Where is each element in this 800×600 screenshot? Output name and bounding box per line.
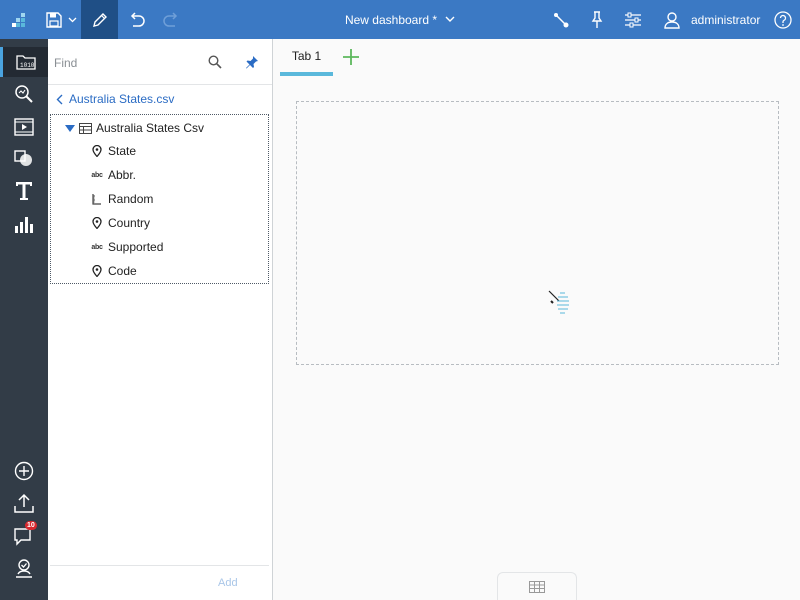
- app-grid-icon[interactable]: [0, 0, 38, 39]
- title-chevron-down-icon: [445, 16, 455, 22]
- search-icon[interactable]: [208, 55, 222, 72]
- pin-icon[interactable]: [586, 0, 608, 39]
- notification-badge: 10: [25, 521, 37, 530]
- shapes-icon[interactable]: [0, 144, 48, 174]
- help-icon[interactable]: [771, 0, 795, 39]
- pencil-edit-icon[interactable]: [81, 0, 118, 39]
- comments-icon[interactable]: 10: [0, 521, 48, 551]
- abc-text-icon: abc: [91, 171, 103, 179]
- column-item[interactable]: abc Abbr.: [91, 167, 136, 183]
- column-item[interactable]: Random: [91, 191, 153, 207]
- visualizations-icon[interactable]: [0, 209, 48, 239]
- column-label: Abbr.: [108, 168, 137, 182]
- expand-triangle-icon: [65, 124, 75, 132]
- save-menu-chevron-down-icon[interactable]: [66, 0, 78, 39]
- undo-icon[interactable]: [124, 0, 150, 39]
- relationships-icon[interactable]: [549, 0, 573, 39]
- tab-label: Tab 1: [291, 48, 322, 63]
- column-label: Country: [108, 216, 151, 230]
- add-tab-icon[interactable]: [341, 47, 361, 67]
- add-button[interactable]: Add: [218, 577, 238, 589]
- source-name: Australia States Csv: [96, 121, 205, 135]
- column-label: State: [108, 144, 137, 158]
- redo-icon[interactable]: [158, 0, 184, 39]
- column-item[interactable]: Code: [91, 263, 137, 279]
- dashboard-title[interactable]: New dashboard *: [300, 0, 500, 39]
- data-sources-icon[interactable]: 1010: [0, 47, 48, 77]
- grid-table-icon: [529, 580, 545, 593]
- tab-1[interactable]: Tab 1: [280, 39, 333, 76]
- explore-icon[interactable]: [0, 79, 48, 109]
- ruler-measure-icon: [91, 193, 103, 205]
- geo-pin-icon: [91, 217, 103, 229]
- my-content-icon[interactable]: [0, 553, 48, 583]
- data-grid-toggle[interactable]: [497, 572, 577, 600]
- save-icon[interactable]: [42, 0, 66, 39]
- table-icon: [79, 122, 92, 134]
- breadcrumb-label: Australia States.csv: [69, 92, 175, 106]
- media-icon[interactable]: [0, 112, 48, 142]
- pin-panel-icon[interactable]: [245, 55, 259, 72]
- svg-text:1010: 1010: [20, 62, 35, 69]
- source-tree: Australia States Csv State abc Abbr. Ran…: [50, 114, 269, 284]
- breadcrumb[interactable]: Australia States.csv: [56, 91, 174, 107]
- add-bar: Add: [50, 565, 269, 600]
- user-menu[interactable]: administrator: [663, 0, 760, 39]
- abc-text-icon: abc: [91, 243, 103, 251]
- top-toolbar: New dashboard * administrator: [0, 0, 800, 39]
- dashboard-canvas: Tab 1: [273, 39, 800, 600]
- loading-spinner-icon: [547, 289, 571, 322]
- add-icon[interactable]: [0, 456, 48, 486]
- source-tree-root[interactable]: Australia States Csv: [65, 121, 204, 135]
- username: administrator: [691, 12, 761, 27]
- column-item[interactable]: abc Supported: [91, 239, 163, 255]
- widget-drop-area[interactable]: [296, 101, 779, 365]
- column-label: Random: [108, 192, 154, 206]
- user-icon: [664, 11, 680, 29]
- data-sources-panel: Australia States.csv Australia States Cs…: [48, 39, 273, 600]
- dashboard-title-text: New dashboard *: [344, 12, 438, 27]
- column-label: Supported: [108, 240, 164, 254]
- find-input[interactable]: [54, 52, 204, 74]
- left-nav-rail: 1010 10: [0, 39, 48, 600]
- column-item[interactable]: Country: [91, 215, 150, 231]
- back-chevron-icon: [56, 94, 63, 104]
- upload-icon[interactable]: [0, 488, 48, 518]
- geo-pin-icon: [91, 145, 103, 157]
- find-bar: [48, 39, 272, 85]
- column-label: Code: [108, 264, 137, 278]
- text-icon[interactable]: [0, 176, 48, 206]
- geo-pin-icon: [91, 265, 103, 277]
- column-item[interactable]: State: [91, 143, 136, 159]
- properties-sliders-icon[interactable]: [622, 0, 644, 39]
